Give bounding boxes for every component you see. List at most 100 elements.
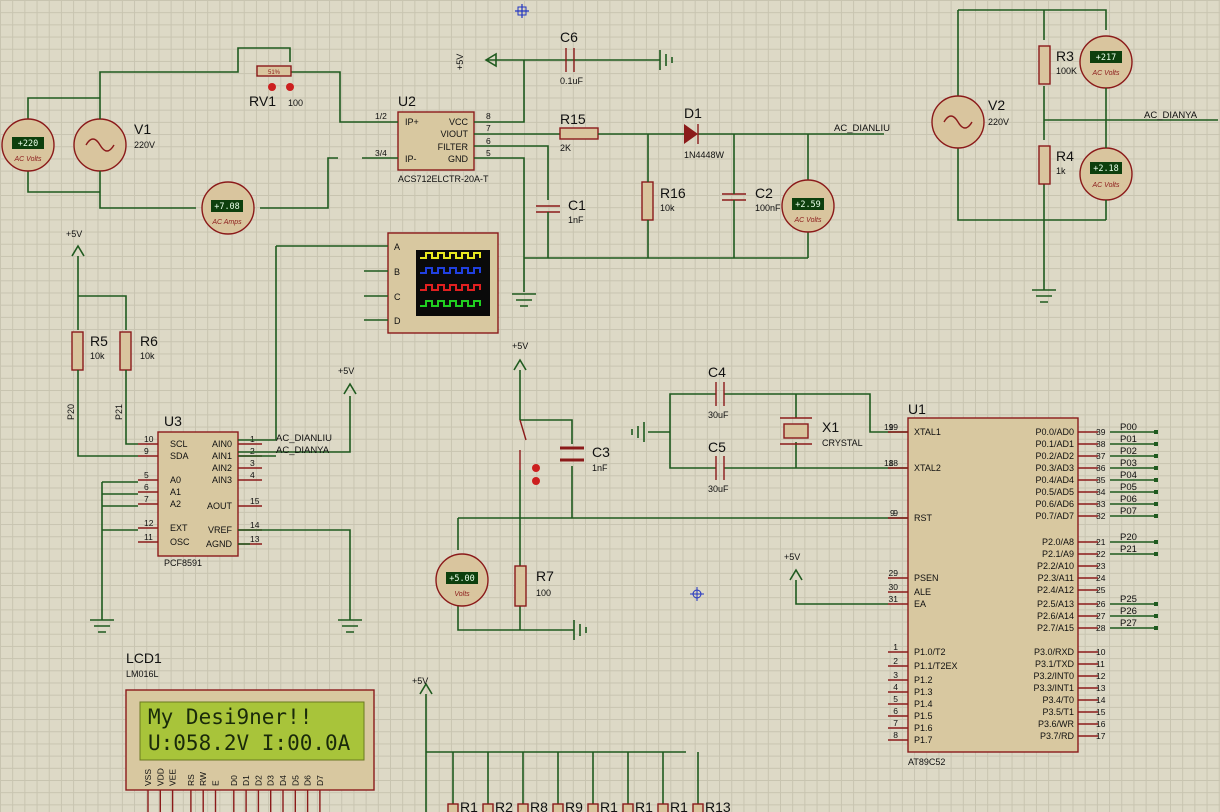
u2-pinnum-1: 1/2: [375, 111, 387, 121]
r3-resistor[interactable]: R3 100K: [1038, 45, 1077, 85]
u1-pinnum-right: 14: [1096, 695, 1106, 705]
v2-source[interactable]: V2 220V: [931, 95, 1009, 149]
lcd-pin-d1: D1: [241, 775, 251, 786]
c5-value: 30uF: [708, 484, 729, 494]
u1-pin-p25a13: P2.5/A13: [1037, 599, 1074, 609]
r4-resistor[interactable]: R4 1k: [1038, 145, 1074, 185]
oscilloscope[interactable]: A B C D: [387, 232, 499, 334]
r3-meter-unit: AC Volts: [1092, 70, 1120, 77]
x1-crystal[interactable]: X1 CRYSTAL: [780, 417, 863, 448]
c4-ref: C4: [708, 364, 726, 380]
net-label-dianliu: AC_DIANLIU: [834, 123, 890, 134]
r16-resistor[interactable]: R16 10k: [641, 181, 686, 221]
u3-pin-a0: A0: [170, 475, 181, 485]
u1-pin-xtal2: XTAL2: [914, 463, 941, 473]
vcc-symbol-u3: +5V: [338, 366, 357, 395]
u1-pinnum-left: 4: [893, 682, 898, 692]
bank-resistor-ref: R13: [705, 799, 731, 812]
schematic[interactable]: V1 220V +220 AC Volts 51% RV1 100 +7.08 …: [0, 0, 1220, 812]
c3-ref: C3: [592, 444, 610, 460]
u1-pin-p31txd: P3.1/TXD: [1035, 659, 1075, 669]
u1-pin-p17: P1.7: [914, 735, 933, 745]
u1-at89c52[interactable]: U1 AT89C52 19 XTAL118 XTAL29 RST29 PSEN30 ALE…: [888, 401, 1158, 767]
c6-capacitor[interactable]: C6 0.1uF: [560, 29, 673, 86]
u1-pin-p03ad3: P0.3/AD3: [1035, 463, 1074, 473]
c4-capacitor[interactable]: C4 30uF: [708, 364, 729, 420]
c3-capacitor[interactable]: C3 1nF: [560, 444, 610, 473]
reset-button[interactable]: [519, 419, 540, 485]
c1-ref: C1: [568, 197, 586, 213]
lcd-pin-vee: VEE: [168, 769, 178, 786]
u3-pinnum-right: 4: [250, 470, 255, 480]
c4-value: 30uF: [708, 410, 729, 420]
v1-source[interactable]: V1 220V: [73, 118, 155, 172]
net-label-dianya-right: AC_DIANYA: [1144, 110, 1198, 121]
vcc-symbol-left: +5V: [66, 229, 127, 330]
c6-value: 0.1uF: [560, 76, 584, 86]
vcc-symbol-ea: +5V: [784, 552, 888, 605]
u1-pin-p21a9: P2.1/A9: [1042, 549, 1074, 559]
u1-pinnum-right: 25: [1096, 585, 1106, 595]
c1-capacitor[interactable]: C1 1nF: [536, 197, 586, 225]
u1-pinnum-left: 7: [893, 718, 898, 728]
u1-pinnum-left: 5: [893, 694, 898, 704]
r4-voltmeter[interactable]: +2.18 AC Volts: [1079, 147, 1133, 201]
u2-pinnum-3: 3/4: [375, 148, 387, 158]
r5-resistor[interactable]: R5 10k: [71, 331, 108, 371]
u1-pinnum-right: 34: [1096, 487, 1106, 497]
vcc-label-left: +5V: [66, 229, 82, 239]
rv1-wiper: 51%: [268, 70, 281, 76]
u1-pin-p12: P1.2: [914, 675, 933, 685]
c2-voltmeter[interactable]: +2.59 AC Volts: [781, 179, 835, 233]
r3-value: 100K: [1056, 66, 1077, 76]
vcc-label-ea: +5V: [784, 552, 800, 562]
d1-diode[interactable]: D1 1N4448W: [684, 105, 725, 160]
c5-capacitor[interactable]: C5 30uF: [708, 439, 729, 494]
u1-pinnum-left: 29: [889, 568, 899, 578]
ammeter[interactable]: +7.08 AC Amps: [201, 181, 255, 235]
u1-net-p04: P04: [1120, 470, 1137, 481]
vcc-symbol-reset: +5V: [512, 341, 528, 371]
bank-resistor-ref: R1: [460, 799, 478, 812]
u3-pinnum-left: 6: [144, 482, 149, 492]
c5-ref: C5: [708, 439, 726, 455]
u2-pin-vcc: VCC: [449, 117, 469, 127]
u3-part: PCF8591: [164, 558, 202, 568]
u3-pinnum-right: 15: [250, 496, 260, 506]
r15-resistor[interactable]: R15 2K: [559, 111, 599, 153]
u3-pinnum-left: 11: [144, 532, 153, 542]
u1-pin-xtal1: XTAL1: [914, 427, 941, 437]
u2-acs712[interactable]: U2 ACS712ELCTR-20A-T IP+ IP- VCC VIOUT F…: [375, 93, 491, 184]
c2-capacitor[interactable]: C2 100nF: [722, 185, 781, 213]
u3-pin-ain2: AIN2: [212, 463, 232, 473]
rst-voltmeter[interactable]: +5.00 Volts: [435, 553, 489, 607]
r7-value: 100: [536, 588, 551, 598]
u1-pinnum-right: 10: [1096, 647, 1106, 657]
r3-voltmeter[interactable]: +217 AC Volts: [1079, 35, 1133, 89]
u1-net-p07: P07: [1120, 506, 1137, 517]
u3-pinnum-left: 9: [144, 446, 149, 456]
u1-pin-p22a10: P2.2/A10: [1037, 561, 1074, 571]
u1-pinnum-right: 39: [1096, 427, 1106, 437]
x1-value: CRYSTAL: [822, 438, 863, 448]
u3-pin-vref: VREF: [208, 525, 233, 535]
u1-pin-p10t2: P1.0/T2: [914, 647, 946, 657]
r6-resistor[interactable]: R6 10k: [119, 331, 158, 371]
r15-ref: R15: [560, 111, 586, 127]
r7-resistor[interactable]: R7 100: [514, 565, 554, 607]
u1-pin-p06ad6: P0.6/AD6: [1035, 499, 1074, 509]
u3-pinnum-right: 1: [250, 434, 255, 444]
r5-value: 10k: [90, 351, 105, 361]
lcd-pin-vss: VSS: [143, 769, 153, 786]
lcd-pin-d5: D5: [290, 775, 300, 786]
u1-pinnum-right: 21: [1096, 537, 1106, 547]
r3-ref: R3: [1056, 48, 1074, 64]
bank-resistor-ref: R9: [565, 799, 583, 812]
rv1-value: 100: [288, 98, 303, 108]
bank-resistor-ref: R1: [670, 799, 688, 812]
bank-resistor-ref: R8: [530, 799, 548, 812]
lcd-module[interactable]: LCD1 LM016L My Desi9ner!! U:058.2V I:00.…: [125, 650, 375, 812]
v1-voltmeter[interactable]: +220 AC Volts: [1, 118, 55, 172]
x1-ref: X1: [822, 419, 839, 435]
u1-pinnum-left: 9: [893, 508, 898, 518]
